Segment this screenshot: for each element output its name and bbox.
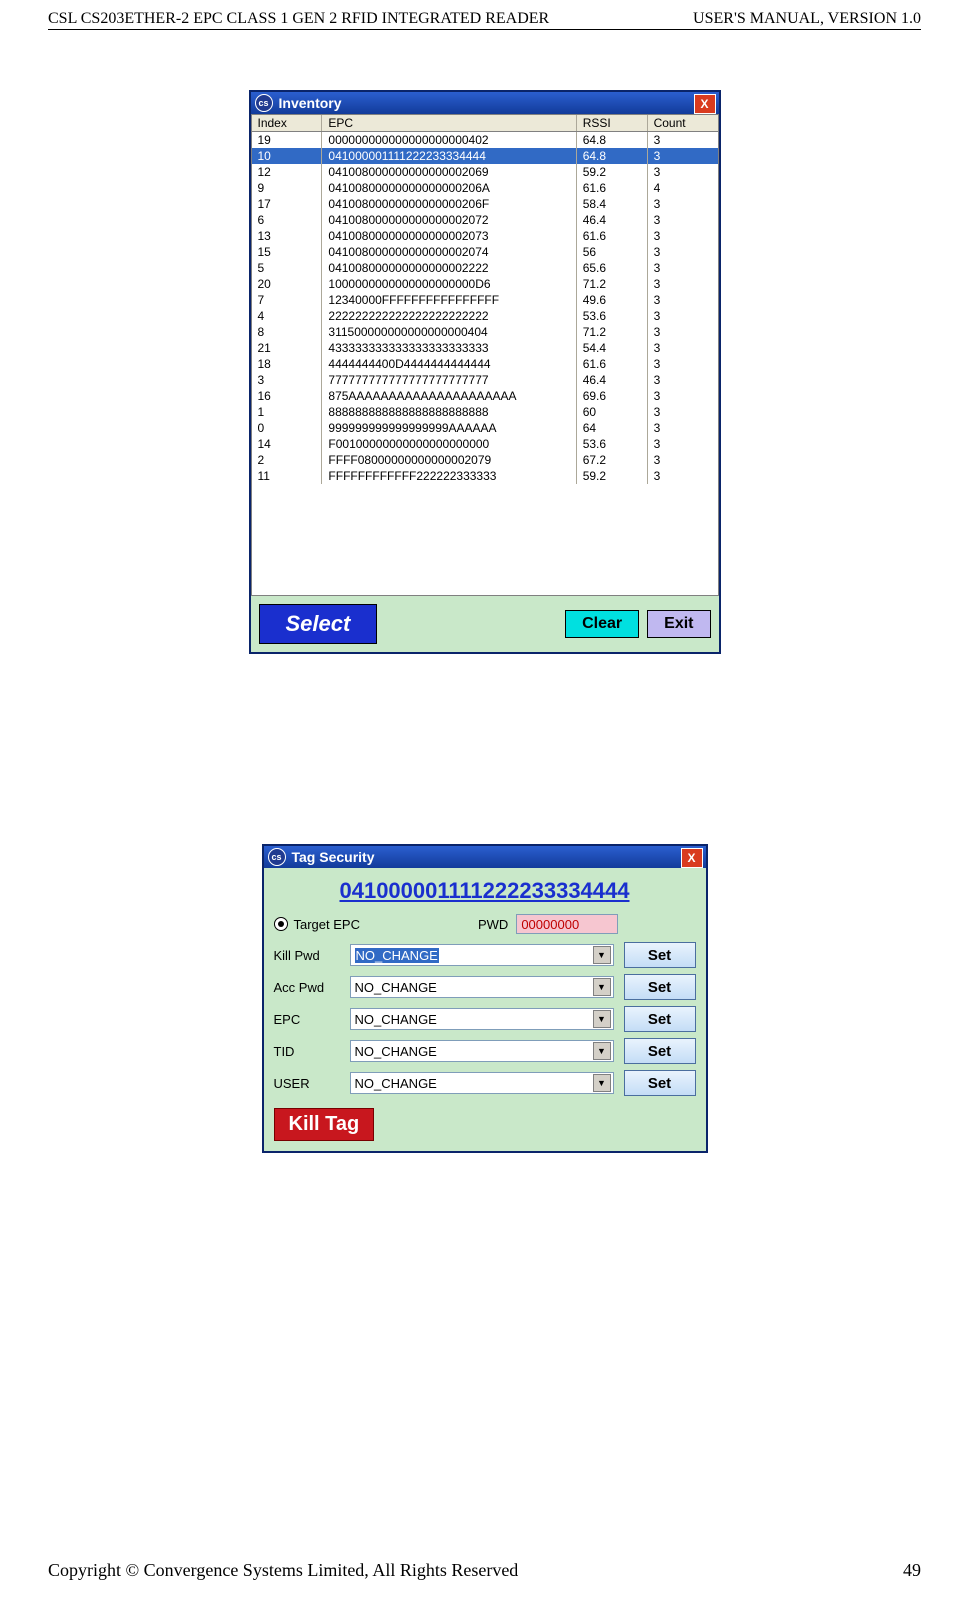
lock-select[interactable]: NO_CHANGE▼ xyxy=(350,1072,614,1094)
table-row[interactable]: 1204100800000000000000206959.23 xyxy=(252,164,718,180)
col-index[interactable]: Index xyxy=(252,115,323,131)
table-row[interactable]: 712340000FFFFFFFFFFFFFFFF49.63 xyxy=(252,292,718,308)
lock-field-row: TIDNO_CHANGE▼ Set xyxy=(274,1038,696,1064)
table-row[interactable]: 504100800000000000000222265.63 xyxy=(252,260,718,276)
lock-select[interactable]: NO_CHANGE▼ xyxy=(350,1008,614,1030)
lock-select[interactable]: NO_CHANGE▼ xyxy=(350,1040,614,1062)
table-row[interactable]: 1304100800000000000000207361.63 xyxy=(252,228,718,244)
set-button[interactable]: Set xyxy=(624,942,696,968)
target-epc-row: Target EPC PWD xyxy=(274,914,696,934)
set-button[interactable]: Set xyxy=(624,1038,696,1064)
inventory-footer: Select Clear Exit xyxy=(251,596,719,652)
table-row[interactable]: 15041008000000000000002074563 xyxy=(252,244,718,260)
close-icon[interactable]: X xyxy=(681,848,703,868)
table-row[interactable]: 1900000000000000000000040264.83 xyxy=(252,132,718,148)
inventory-titlebar: cs Inventory X xyxy=(251,92,719,114)
table-row[interactable]: 16875AAAAAAAAAAAAAAAAAAAAA69.63 xyxy=(252,388,718,404)
footer-right: 49 xyxy=(903,1560,921,1581)
table-row[interactable]: 604100800000000000000207246.43 xyxy=(252,212,718,228)
target-epc-label: Target EPC xyxy=(294,917,360,932)
header-right: USER'S MANUAL, VERSION 1.0 xyxy=(693,10,921,28)
col-count[interactable]: Count xyxy=(648,115,718,131)
lock-field-row: USERNO_CHANGE▼ Set xyxy=(274,1070,696,1096)
table-row[interactable]: 904100800000000000000206A61.64 xyxy=(252,180,718,196)
set-button[interactable]: Set xyxy=(624,1006,696,1032)
clear-button[interactable]: Clear xyxy=(565,610,639,638)
pwd-input[interactable] xyxy=(516,914,618,934)
table-row[interactable]: 422222222222222222222222253.63 xyxy=(252,308,718,324)
inventory-window: cs Inventory X Index EPC RSSI Count 1900… xyxy=(249,90,721,654)
field-label: Acc Pwd xyxy=(274,980,350,995)
table-row[interactable]: 0999999999999999999AAAAAA643 xyxy=(252,420,718,436)
table-row[interactable]: 11FFFFFFFFFFFF22222233333359.23 xyxy=(252,468,718,484)
field-label: Kill Pwd xyxy=(274,948,350,963)
target-epc-radio[interactable] xyxy=(274,917,288,931)
table-row[interactable]: 201000000000000000000000D671.23 xyxy=(252,276,718,292)
chevron-down-icon[interactable]: ▼ xyxy=(593,946,611,964)
exit-button[interactable]: Exit xyxy=(647,610,710,638)
table-row[interactable]: 14F0010000000000000000000053.63 xyxy=(252,436,718,452)
col-epc[interactable]: EPC xyxy=(322,115,576,131)
kill-tag-button[interactable]: Kill Tag xyxy=(274,1108,375,1141)
table-row[interactable]: 1004100000111122223333444464.83 xyxy=(252,148,718,164)
lock-field-row: EPCNO_CHANGE▼ Set xyxy=(274,1006,696,1032)
close-icon[interactable]: X xyxy=(694,94,716,114)
tag-security-titlebar: cs Tag Security X xyxy=(264,846,706,868)
set-button[interactable]: Set xyxy=(624,974,696,1000)
chevron-down-icon[interactable]: ▼ xyxy=(593,1010,611,1028)
field-label: TID xyxy=(274,1044,350,1059)
col-rssi[interactable]: RSSI xyxy=(577,115,648,131)
lock-field-row: Acc PwdNO_CHANGE▼ Set xyxy=(274,974,696,1000)
app-icon: cs xyxy=(255,94,273,112)
field-label: EPC xyxy=(274,1012,350,1027)
app-icon: cs xyxy=(268,848,286,866)
inventory-title: Inventory xyxy=(279,95,342,111)
table-row[interactable]: 377777777777777777777777746.43 xyxy=(252,372,718,388)
inventory-list[interactable]: Index EPC RSSI Count 1900000000000000000… xyxy=(251,114,719,596)
tag-security-window: cs Tag Security X 0410000011112222333344… xyxy=(262,844,708,1153)
page-footer: Copyright © Convergence Systems Limited,… xyxy=(48,1560,921,1581)
selected-epc: 041000001111222233334444 xyxy=(274,878,696,904)
table-row[interactable]: 1704100800000000000000206F58.43 xyxy=(252,196,718,212)
lock-field-row: Kill PwdNO_CHANGE▼ Set xyxy=(274,942,696,968)
lock-select[interactable]: NO_CHANGE▼ xyxy=(350,944,614,966)
table-row[interactable]: 1888888888888888888888888603 xyxy=(252,404,718,420)
tag-security-title: Tag Security xyxy=(292,849,375,865)
chevron-down-icon[interactable]: ▼ xyxy=(593,978,611,996)
footer-left: Copyright © Convergence Systems Limited,… xyxy=(48,1560,518,1581)
set-button[interactable]: Set xyxy=(624,1070,696,1096)
table-row[interactable]: 184444444400D444444444444461.63 xyxy=(252,356,718,372)
inventory-list-header[interactable]: Index EPC RSSI Count xyxy=(252,115,718,132)
header-left: CSL CS203ETHER-2 EPC CLASS 1 GEN 2 RFID … xyxy=(48,10,549,28)
field-label: USER xyxy=(274,1076,350,1091)
select-button[interactable]: Select xyxy=(259,604,378,644)
chevron-down-icon[interactable]: ▼ xyxy=(593,1074,611,1092)
chevron-down-icon[interactable]: ▼ xyxy=(593,1042,611,1060)
table-row[interactable]: 2FFFF0800000000000000207967.23 xyxy=(252,452,718,468)
lock-select[interactable]: NO_CHANGE▼ xyxy=(350,976,614,998)
table-row[interactable]: 2143333333333333333333333354.43 xyxy=(252,340,718,356)
table-row[interactable]: 831150000000000000000040471.23 xyxy=(252,324,718,340)
pwd-label: PWD xyxy=(478,917,508,932)
page-header: CSL CS203ETHER-2 EPC CLASS 1 GEN 2 RFID … xyxy=(48,10,921,30)
